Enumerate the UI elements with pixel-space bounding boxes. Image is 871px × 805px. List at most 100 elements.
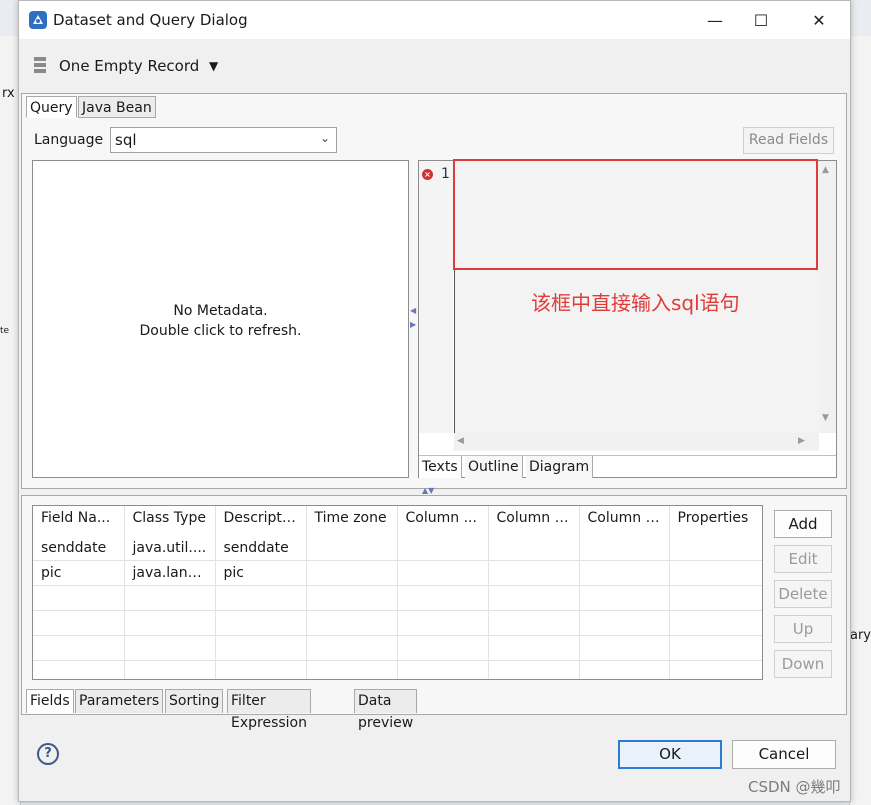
splitter-up-arrow-icon[interactable]: ▲▼ — [422, 486, 434, 495]
table-cell[interactable] — [124, 585, 216, 611]
table-cell[interactable] — [306, 660, 398, 679]
down-button[interactable]: Down — [774, 650, 832, 678]
cancel-button[interactable]: Cancel — [732, 740, 836, 769]
table-cell[interactable]: pic — [33, 560, 125, 586]
table-cell[interactable] — [215, 585, 307, 611]
scroll-left-icon[interactable]: ◀ — [457, 436, 464, 446]
ok-button[interactable]: OK — [618, 740, 722, 769]
tab-java-bean[interactable]: Java Bean — [78, 96, 156, 118]
column-header[interactable]: Column l... — [488, 506, 580, 536]
table-cell[interactable] — [579, 560, 670, 586]
minimize-button[interactable]: — — [692, 1, 738, 39]
table-cell[interactable] — [488, 635, 580, 661]
vertical-scrollbar[interactable]: ▲ ▼ — [819, 161, 836, 433]
table-cell[interactable] — [215, 610, 307, 636]
column-header[interactable]: Properties — [669, 506, 762, 536]
language-label: Language — [34, 132, 104, 148]
horizontal-scrollbar[interactable]: ◀ ▶ — [454, 433, 819, 451]
table-cell[interactable] — [579, 610, 670, 636]
table-row[interactable] — [33, 585, 762, 611]
table-cell[interactable] — [488, 610, 580, 636]
table-cell[interactable] — [669, 635, 762, 661]
tab-diagram[interactable]: Diagram — [526, 456, 594, 478]
tab-texts[interactable]: Texts — [419, 456, 462, 478]
table-cell[interactable] — [306, 536, 398, 561]
maximize-button[interactable]: ☐ — [738, 1, 784, 39]
table-cell[interactable] — [397, 536, 489, 561]
table-cell[interactable] — [124, 635, 216, 661]
table-cell[interactable] — [397, 585, 489, 611]
tab-filter-expression[interactable]: Filter Expression — [227, 689, 311, 731]
table-cell[interactable] — [306, 585, 398, 611]
table-cell[interactable] — [579, 585, 670, 611]
table-cell[interactable] — [579, 660, 670, 679]
table-cell[interactable] — [215, 660, 307, 679]
column-header[interactable]: Field Na... — [33, 506, 125, 536]
table-cell[interactable] — [306, 560, 398, 586]
metadata-message: No Metadata. Double click to refresh. — [33, 301, 408, 341]
help-icon[interactable]: ? — [37, 743, 59, 765]
table-row[interactable]: senddate java.util.... senddate — [33, 536, 762, 561]
table-cell[interactable] — [397, 560, 489, 586]
dataset-name[interactable]: One Empty Record — [59, 57, 199, 75]
tab-parameters[interactable]: Parameters — [75, 689, 164, 713]
chevron-down-icon[interactable]: ▼ — [209, 59, 218, 73]
tab-sorting[interactable]: Sorting — [165, 689, 224, 713]
delete-button[interactable]: Delete — [774, 580, 832, 608]
table-row[interactable] — [33, 635, 762, 661]
splitter-right-arrow-icon[interactable]: ▶ — [410, 320, 416, 329]
table-cell[interactable] — [488, 660, 580, 679]
table-cell[interactable]: java.util.... — [124, 536, 216, 561]
dataset-query-dialog: Dataset and Query Dialog — ☐ ✕ One Empty… — [18, 0, 851, 802]
table-cell[interactable] — [488, 560, 580, 586]
table-cell[interactable] — [488, 536, 580, 561]
column-header[interactable]: Column ... — [397, 506, 489, 536]
tab-query[interactable]: Query — [26, 96, 77, 118]
table-cell[interactable] — [306, 610, 398, 636]
scroll-up-icon[interactable]: ▲ — [822, 165, 829, 175]
table-cell[interactable] — [669, 536, 762, 561]
up-button[interactable]: Up — [774, 615, 832, 643]
table-cell[interactable] — [397, 635, 489, 661]
table-cell[interactable]: pic — [215, 560, 307, 586]
metadata-pane[interactable]: No Metadata. Double click to refresh. — [32, 160, 409, 478]
table-cell[interactable]: senddate — [33, 536, 125, 561]
read-fields-button[interactable]: Read Fields — [743, 127, 834, 154]
table-cell[interactable] — [579, 635, 670, 661]
tab-fields[interactable]: Fields — [26, 689, 74, 713]
table-row[interactable] — [33, 610, 762, 636]
table-cell[interactable]: senddate — [215, 536, 307, 561]
table-cell[interactable] — [669, 660, 762, 679]
table-cell[interactable] — [33, 660, 125, 679]
table-cell[interactable] — [215, 635, 307, 661]
table-cell[interactable] — [33, 585, 125, 611]
table-row[interactable] — [33, 660, 762, 679]
table-cell[interactable] — [397, 660, 489, 679]
table-cell[interactable] — [669, 585, 762, 611]
close-button[interactable]: ✕ — [796, 1, 842, 39]
table-cell[interactable] — [33, 610, 125, 636]
table-cell[interactable] — [579, 536, 670, 561]
table-cell[interactable] — [669, 560, 762, 586]
tab-data-preview[interactable]: Data preview — [354, 689, 418, 731]
table-cell[interactable] — [669, 610, 762, 636]
table-cell[interactable] — [488, 585, 580, 611]
tab-outline[interactable]: Outline — [465, 456, 523, 478]
column-header[interactable]: Class Type — [124, 506, 216, 536]
column-header[interactable]: Time zone — [306, 506, 398, 536]
table-cell[interactable] — [124, 610, 216, 636]
column-header[interactable]: Column i... — [579, 506, 670, 536]
table-cell[interactable] — [33, 635, 125, 661]
add-button[interactable]: Add — [774, 510, 832, 538]
scroll-down-icon[interactable]: ▼ — [822, 413, 829, 423]
table-cell[interactable] — [306, 635, 398, 661]
table-cell[interactable] — [397, 610, 489, 636]
edit-button[interactable]: Edit — [774, 545, 832, 573]
splitter-left-arrow-icon[interactable]: ◀ — [410, 306, 416, 315]
table-cell[interactable] — [124, 660, 216, 679]
column-header[interactable]: Descripti... — [215, 506, 307, 536]
scroll-right-icon[interactable]: ▶ — [798, 436, 805, 446]
language-select[interactable]: sql ⌄ — [110, 127, 337, 153]
table-cell[interactable]: java.lang.... — [124, 560, 216, 586]
table-row[interactable]: pic java.lang.... pic — [33, 560, 762, 586]
